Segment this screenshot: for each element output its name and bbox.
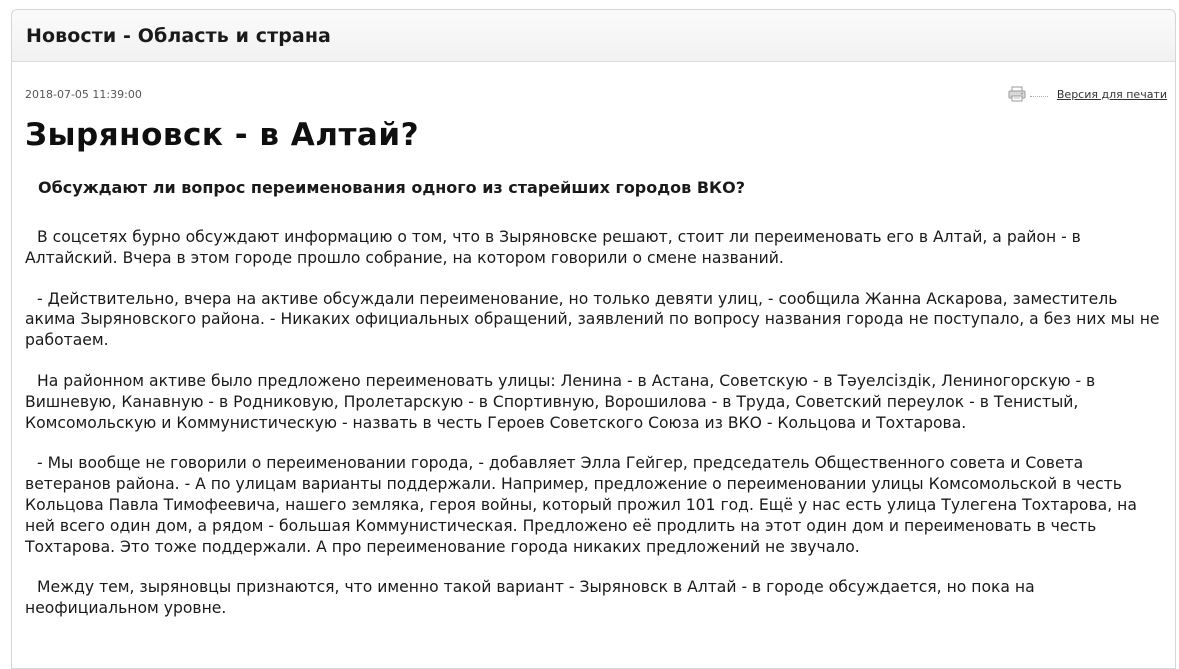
printer-icon — [1008, 86, 1026, 102]
article-body: В соцсетях бурно обсуждают информацию о … — [25, 227, 1165, 639]
article-date: 2018-07-05 11:39:00 — [25, 88, 142, 101]
article-paragraph: В соцсетях бурно обсуждают информацию о … — [25, 228, 1081, 267]
print-version-link[interactable]: Версия для печати — [1008, 86, 1167, 102]
article-paragraph: На районном активе было предложено переи… — [25, 371, 1096, 432]
print-link-dots — [1029, 95, 1048, 97]
print-version-label[interactable]: Версия для печати — [1057, 88, 1167, 101]
section-title: Новости - Область и страна — [26, 24, 331, 47]
article-paragraph: Между тем, зыряновцы признаются, что име… — [25, 578, 1035, 618]
article-lead: Обсуждают ли вопрос переименования одног… — [38, 178, 746, 197]
panel-header: Новости - Область и страна — [12, 10, 1175, 62]
article-title: Зыряновск - в Алтай? — [25, 117, 420, 153]
article-paragraph: - Мы вообще не говорили о переименовании… — [25, 454, 1137, 556]
article-paragraph: - Действительно, вчера на активе обсужда… — [25, 289, 1160, 350]
